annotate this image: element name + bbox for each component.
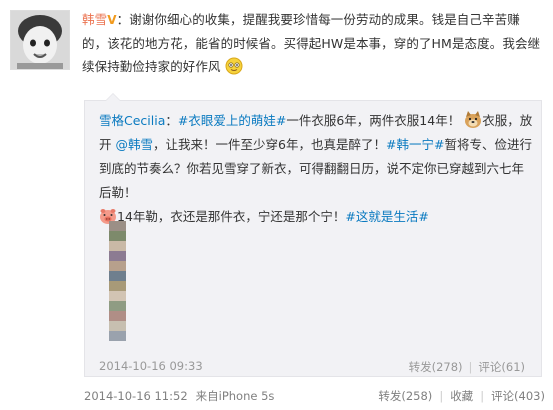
topic-link-2[interactable]: #韩一宁#	[386, 137, 444, 152]
post-meta: 2014-10-16 11:52 来自iPhone 5s	[84, 388, 274, 404]
divider: |	[468, 360, 473, 374]
post-timestamp[interactable]: 2014-10-16 11:52	[84, 389, 188, 403]
quote-colon: ：	[165, 113, 178, 128]
divider: |	[439, 389, 444, 403]
verified-badge-icon[interactable]: V	[107, 13, 116, 27]
quoted-post-text: 雪格Cecilia：#衣眼爱上的萌娃#一件衣服6年，两件衣服14年！ 衣服，放开…	[99, 109, 533, 229]
post-text: 谢谢你细心的收集，提醒我要珍惜每一份劳动的成果。钱是自己辛苦赚的，该花的地方花，…	[82, 12, 541, 74]
quote-text-5: 14年勒，衣还是那件衣，宁还是那个宁！	[117, 209, 346, 224]
post-author-link[interactable]: 韩雪	[82, 12, 107, 27]
quote-text-1: 一件衣服6年，两件衣服14年！	[286, 113, 461, 128]
divider: |	[480, 389, 485, 403]
post-colon: ：	[116, 12, 130, 27]
quote-comment-button[interactable]: 评论(61)	[478, 360, 525, 374]
quoted-post: 雪格Cecilia：#衣眼爱上的萌娃#一件衣服6年，两件衣服14年！ 衣服，放开…	[84, 93, 542, 377]
avatar[interactable]	[10, 10, 70, 70]
quote-timestamp[interactable]: 2014-10-16 09:33	[99, 359, 203, 373]
quote-pointer	[105, 93, 121, 101]
favorite-button[interactable]: 收藏	[450, 389, 473, 403]
quote-repost-button[interactable]: 转发(278)	[409, 360, 463, 374]
topic-link[interactable]: #衣眼爱上的萌娃#	[178, 113, 286, 128]
post-actions: 转发(258) | 收藏 | 评论(403)	[378, 388, 545, 404]
quote-actions: 转发(278) | 评论(61)	[409, 359, 525, 375]
post-text-block: 韩雪V：谢谢你细心的收集，提醒我要珍惜每一份劳动的成果。钱是自己辛苦赚的，该花的…	[82, 8, 544, 78]
smile-emoji-icon	[225, 57, 243, 75]
image-thumbnail[interactable]	[109, 221, 126, 341]
comment-button[interactable]: 评论(403)	[491, 389, 545, 403]
quote-author-link[interactable]: 雪格Cecilia	[99, 113, 165, 128]
post-source[interactable]: 来自iPhone 5s	[196, 389, 275, 403]
repost-button[interactable]: 转发(258)	[378, 389, 432, 403]
doge-emoji-icon	[465, 111, 482, 128]
post-body: 韩雪V：谢谢你细心的收集，提醒我要珍惜每一份劳动的成果。钱是自己辛苦赚的，该花的…	[82, 8, 544, 78]
quote-text-3: ，让我来！一件至少穿6年，也真是醉了！	[153, 137, 386, 152]
topic-link-3[interactable]: #这就是生活#	[345, 209, 428, 224]
mention-link[interactable]: @韩雪	[116, 137, 154, 152]
